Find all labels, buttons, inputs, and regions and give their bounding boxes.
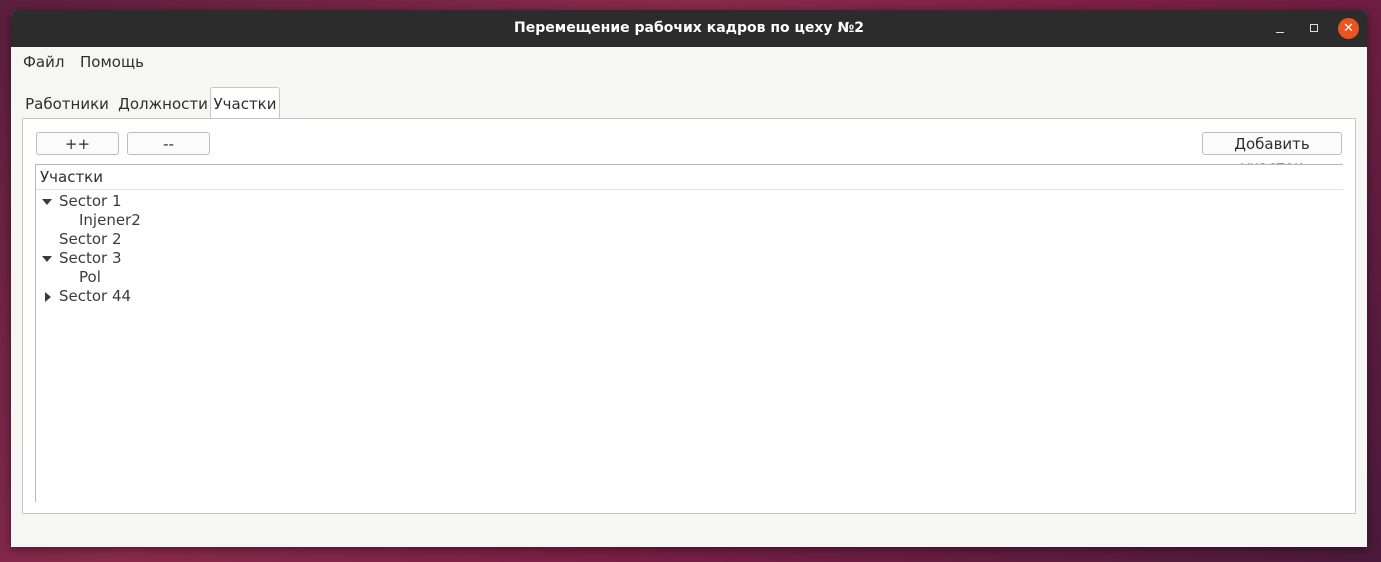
tree-item-sector-2[interactable]: Sector 2: [59, 230, 359, 249]
sectors-tree[interactable]: Участки Sector 1 Injener2 Sector 2 Secto…: [35, 164, 1343, 502]
expanded-arrow-icon[interactable]: [42, 256, 52, 262]
window-title: Перемещение рабочих кадров по цеху №2: [514, 20, 864, 36]
tab-bar: Работники Должности Участки: [11, 87, 1367, 119]
tree-item-label: Sector 3: [59, 249, 122, 267]
tree-item-label: Sector 2: [59, 230, 122, 248]
tree-item-sector-44[interactable]: Sector 44: [42, 287, 342, 306]
expand-all-button[interactable]: ++: [36, 132, 119, 155]
app-window: Перемещение рабочих кадров по цеху №2 ✕ …: [11, 10, 1367, 547]
collapsed-arrow-icon[interactable]: [45, 292, 51, 302]
tree-item-label: Injener2: [79, 211, 141, 229]
minimize-icon[interactable]: [1270, 18, 1291, 39]
add-sector-button[interactable]: Добавить участок: [1202, 132, 1342, 176]
tab-positions[interactable]: Должности: [117, 88, 209, 118]
tree-item-label: Sector 1: [59, 192, 122, 210]
tree-item-label: Pol: [79, 268, 101, 286]
tree-item-sector-1[interactable]: Sector 1: [42, 192, 342, 211]
collapse-all-button[interactable]: --: [127, 132, 210, 155]
title-bar[interactable]: Перемещение рабочих кадров по цеху №2 ✕: [11, 10, 1367, 47]
tree-item-pol[interactable]: Pol: [79, 268, 379, 287]
menu-bar: Файл Помощь: [11, 47, 1367, 78]
tree-item-label: Sector 44: [59, 287, 132, 305]
expanded-arrow-icon[interactable]: [42, 199, 52, 205]
tree-item-sector-3[interactable]: Sector 3: [42, 249, 342, 268]
close-icon[interactable]: ✕: [1338, 18, 1359, 39]
tab-sectors[interactable]: Участки: [210, 87, 280, 119]
sectors-panel: ++ -- Добавить участок Участки Sector 1 …: [22, 118, 1356, 514]
menu-file[interactable]: Файл: [23, 47, 64, 78]
maximize-icon[interactable]: [1304, 18, 1325, 39]
tree-column-header[interactable]: Участки: [36, 165, 1343, 190]
tab-workers[interactable]: Работники: [23, 88, 111, 118]
menu-help[interactable]: Помощь: [80, 47, 144, 78]
tree-item-injener2[interactable]: Injener2: [79, 211, 379, 230]
